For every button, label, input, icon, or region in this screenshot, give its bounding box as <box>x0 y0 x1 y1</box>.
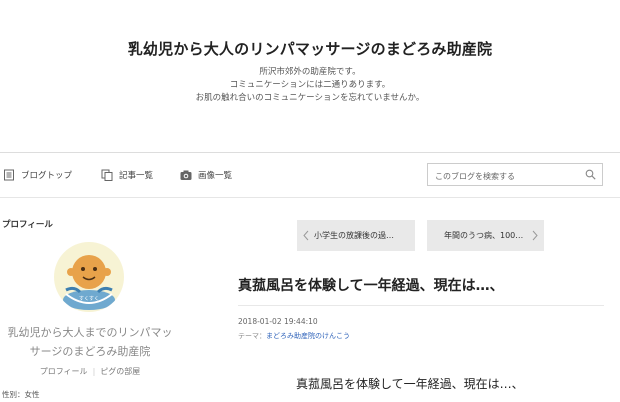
profile-links: プロフィール | ピグの部屋 <box>0 366 180 377</box>
next-article-label: 年間のうつ病、100… <box>444 231 524 240</box>
chevron-left-icon <box>303 230 309 241</box>
nav-blog-top-label: ブログトップ <box>21 171 73 181</box>
nav-image-list-label: 画像一覧 <box>198 171 233 181</box>
nav-image-list[interactable]: 画像一覧 <box>180 166 232 184</box>
article-theme: テーマ：まどろみ助産院のけんこう <box>238 331 350 341</box>
avatar[interactable]: すくすく <box>54 242 124 312</box>
profile-gender: 性別：女性 <box>2 390 40 399</box>
prev-article-label: 小学生の放課後の過… <box>314 231 394 240</box>
link-separator: | <box>92 367 96 376</box>
profile-name[interactable]: 乳幼児から大人までのリンパマッ サージのまどろみ助産院 <box>0 323 180 361</box>
theme-link[interactable]: まどろみ助産院のけんこう <box>266 332 350 340</box>
list-icon <box>4 169 14 181</box>
profile-name-line: 乳幼児から大人までのリンパマッ <box>7 326 173 339</box>
blog-header: 乳幼児から大人のリンパマッサージのまどろみ助産院 所沢市郊外の助産院です。 コミ… <box>0 0 620 150</box>
article-date: 2018-01-02 19:44:10 <box>238 317 318 326</box>
copy-icon <box>101 169 113 181</box>
next-article-button[interactable]: 年間のうつ病、100… <box>427 220 544 251</box>
profile-link[interactable]: プロフィール <box>40 367 88 376</box>
article-title[interactable]: 真菰風呂を体験して一年経過、現在は…、 <box>238 275 504 295</box>
avatar-badge-text: すくすく <box>79 296 100 302</box>
site-description-line: お肌の触れ合いのコミュニケーションを忘れていませんか。 <box>195 93 425 103</box>
site-title[interactable]: 乳幼児から大人のリンパマッサージのまどろみ助産院 <box>0 38 620 59</box>
site-description: 所沢市郊外の助産院です。 コミュニケーションには二通りあります。 お肌の触れ合い… <box>0 66 620 105</box>
article-divider <box>238 305 604 306</box>
prev-article-button[interactable]: 小学生の放課後の過… <box>297 220 415 251</box>
main-content: 小学生の放課後の過… 年間のうつ病、100… 真菰風呂を体験して一年経過、現在は… <box>182 198 620 402</box>
sidebar: プロフィール すくすく 乳幼児から大人までのリンパマッ サージのまどろみ助産院 … <box>0 198 182 402</box>
blog-search-box <box>427 163 603 187</box>
chevron-right-icon <box>532 230 538 241</box>
site-description-line: 所沢市郊外の助産院です。 <box>259 67 361 77</box>
nav-article-list-label: 記事一覧 <box>119 171 154 181</box>
theme-label: テーマ： <box>238 332 266 340</box>
nav-blog-top[interactable]: ブログトップ <box>3 166 72 184</box>
camera-icon <box>180 170 192 180</box>
profile-heading: プロフィール <box>2 220 53 230</box>
site-description-line: コミュニケーションには二通りあります。 <box>229 80 391 90</box>
nav-article-list[interactable]: 記事一覧 <box>101 166 153 184</box>
blog-search-input[interactable] <box>428 166 585 187</box>
blog-nav: ブログトップ 記事一覧 画像一覧 <box>0 153 620 197</box>
profile-name-line: サージのまどろみ助産院 <box>29 345 151 358</box>
search-icon[interactable] <box>585 169 596 180</box>
pig-room-link[interactable]: ピグの部屋 <box>100 367 140 376</box>
article-body: 真菰風呂を体験して一年経過、現在は…、 <box>296 377 524 391</box>
